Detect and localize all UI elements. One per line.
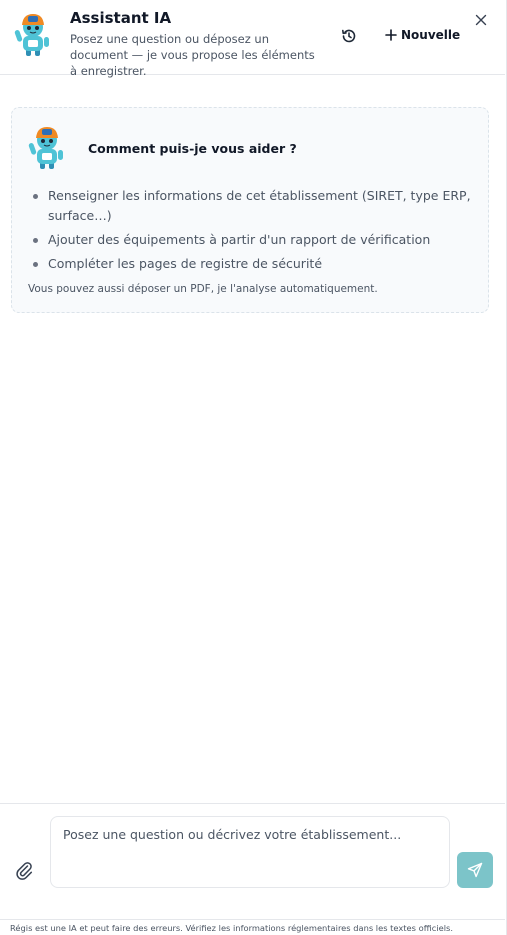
new-conversation-label: Nouvelle [401, 28, 461, 42]
plus-icon [385, 29, 397, 41]
suggestion-item: Compléter les pages de registre de sécur… [32, 254, 472, 274]
history-icon [342, 29, 356, 43]
attach-button[interactable] [15, 860, 33, 880]
send-icon [467, 862, 483, 878]
panel-header: Assistant IA Posez une question ou dépos… [0, 0, 505, 78]
welcome-card: Comment puis-je vous aider ? Renseigner … [11, 107, 489, 313]
welcome-title: Comment puis-je vous aider ? [88, 141, 297, 156]
suggestion-list: Renseigner les informations de cet établ… [32, 186, 472, 278]
composer-divider [0, 803, 505, 804]
suggestion-item: Renseigner les informations de cet établ… [32, 186, 472, 226]
paperclip-icon [16, 862, 33, 880]
welcome-note: Vous pouvez aussi déposer un PDF, je l'a… [28, 283, 378, 295]
robot-mascot-icon [14, 14, 49, 56]
footer-divider [0, 919, 505, 920]
new-conversation-button[interactable]: Nouvelle [385, 25, 460, 45]
history-button[interactable] [338, 25, 360, 47]
message-input[interactable] [50, 816, 450, 888]
send-button[interactable] [457, 852, 493, 888]
close-button[interactable] [472, 11, 490, 29]
close-icon [475, 14, 487, 26]
panel-subtitle: Posez une question ou déposez un documen… [70, 32, 315, 78]
robot-mascot-icon [28, 127, 63, 169]
suggestion-item: Ajouter des équipements à partir d'un ra… [32, 230, 472, 250]
panel-title: Assistant IA [70, 9, 172, 27]
assistant-panel: Assistant IA Posez une question ou dépos… [0, 0, 507, 935]
ai-disclaimer: Régis est une IA et peut faire des erreu… [10, 923, 453, 933]
